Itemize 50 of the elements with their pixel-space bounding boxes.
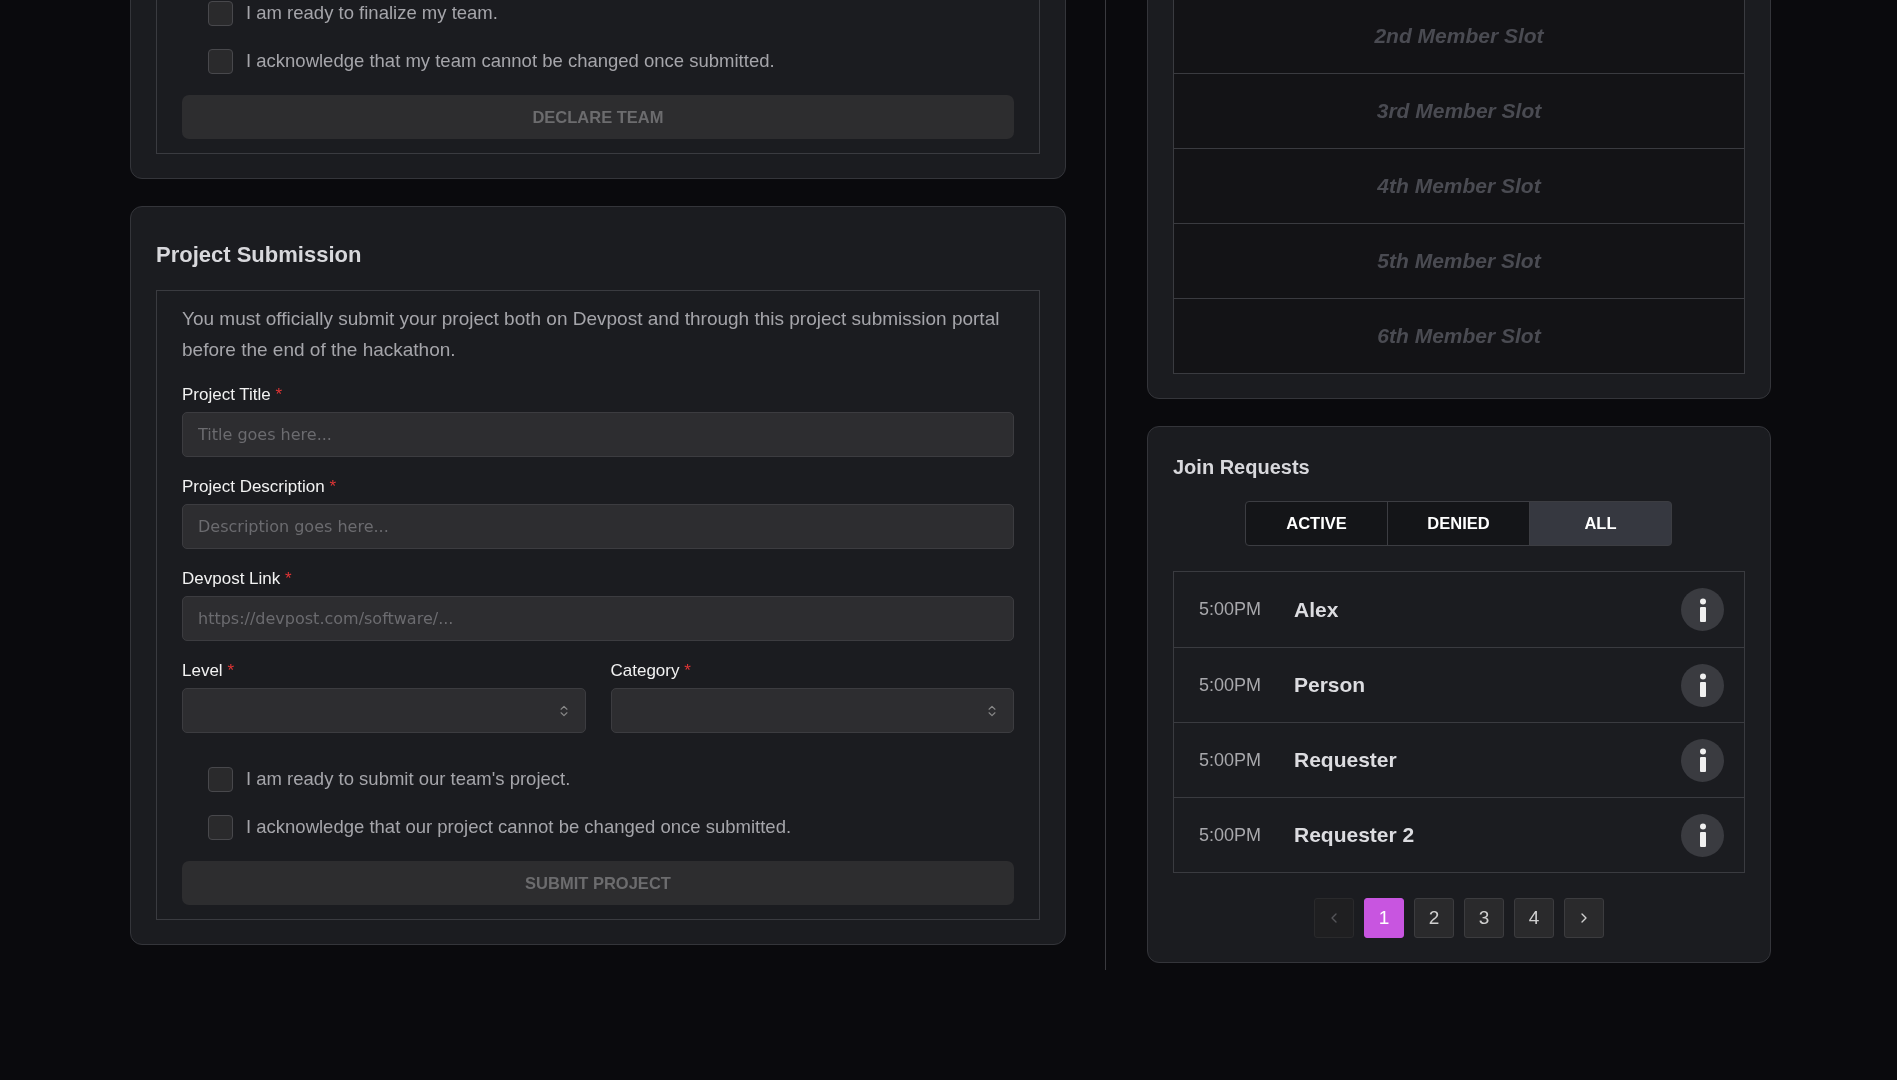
request-time: 5:00PM — [1199, 749, 1263, 771]
info-button[interactable] — [1681, 738, 1724, 782]
input-field[interactable]: https://devpost.com/software/... — [182, 596, 1014, 641]
member-slot: 2nd Member Slot — [1174, 0, 1744, 73]
input-field[interactable]: Description goes here... — [182, 504, 1014, 549]
info-icon — [1697, 673, 1708, 697]
field-label: Level * — [182, 661, 235, 681]
member-slot: 5th Member Slot — [1174, 223, 1744, 298]
checkbox-label: I acknowledge that our project cannot be changed once submitted. — [246, 816, 792, 838]
next-page-button[interactable] — [1564, 898, 1604, 938]
checkbox[interactable] — [208, 48, 233, 74]
info-button[interactable] — [1681, 588, 1724, 631]
member-slot: 6th Member Slot — [1174, 298, 1744, 373]
select-field[interactable] — [610, 688, 1014, 733]
filter-tab[interactable]: DENIED — [1387, 501, 1530, 546]
info-button[interactable] — [1681, 663, 1724, 707]
page-button[interactable]: 2 — [1414, 898, 1454, 938]
card-title: Join Requests — [1173, 456, 1311, 479]
member-slot: 3rd Member Slot — [1174, 73, 1744, 148]
checkbox[interactable] — [208, 766, 233, 792]
checkbox-label: I acknowledge that my team cannot be changed once submitted. — [246, 50, 775, 72]
checkbox-label: I am ready to finalize my team. — [246, 2, 498, 24]
request-time: 5:00PM — [1199, 824, 1263, 846]
request-time: 5:00PM — [1199, 674, 1263, 696]
select-field[interactable] — [182, 688, 586, 733]
filter-tab[interactable]: ALL — [1529, 501, 1672, 546]
request-time: 5:00PM — [1199, 599, 1263, 620]
checkbox[interactable] — [208, 0, 233, 26]
info-button[interactable] — [1681, 813, 1724, 857]
intro-text: You must officially submit your project both on Devpost and through this project submission portal before the end of the hackathon. — [182, 307, 1001, 362]
info-icon — [1697, 823, 1708, 847]
field-label: Category * — [610, 661, 692, 681]
requester-name: Requester 2 — [1294, 823, 1416, 847]
requester-name: Person — [1294, 673, 1367, 697]
card-title: Project Submission — [156, 242, 363, 268]
page-button[interactable]: 4 — [1514, 898, 1554, 938]
field-label: Devpost Link * — [182, 569, 293, 589]
info-icon — [1697, 748, 1708, 772]
page-button[interactable]: 3 — [1464, 898, 1504, 938]
input-field[interactable]: Title goes here... — [182, 412, 1014, 457]
info-icon — [1697, 597, 1708, 622]
checkbox-label: I am ready to submit our team's project. — [246, 768, 571, 790]
requester-name: Requester — [1294, 748, 1398, 772]
requester-name: Alex — [1294, 597, 1340, 622]
filter-tab[interactable]: ACTIVE — [1245, 501, 1388, 546]
page-button[interactable]: 1 — [1364, 898, 1404, 938]
field-label: Project Title * — [182, 385, 284, 405]
checkbox[interactable] — [208, 814, 233, 840]
field-label: Project Description * — [182, 477, 338, 497]
member-slot: 4th Member Slot — [1174, 148, 1744, 223]
